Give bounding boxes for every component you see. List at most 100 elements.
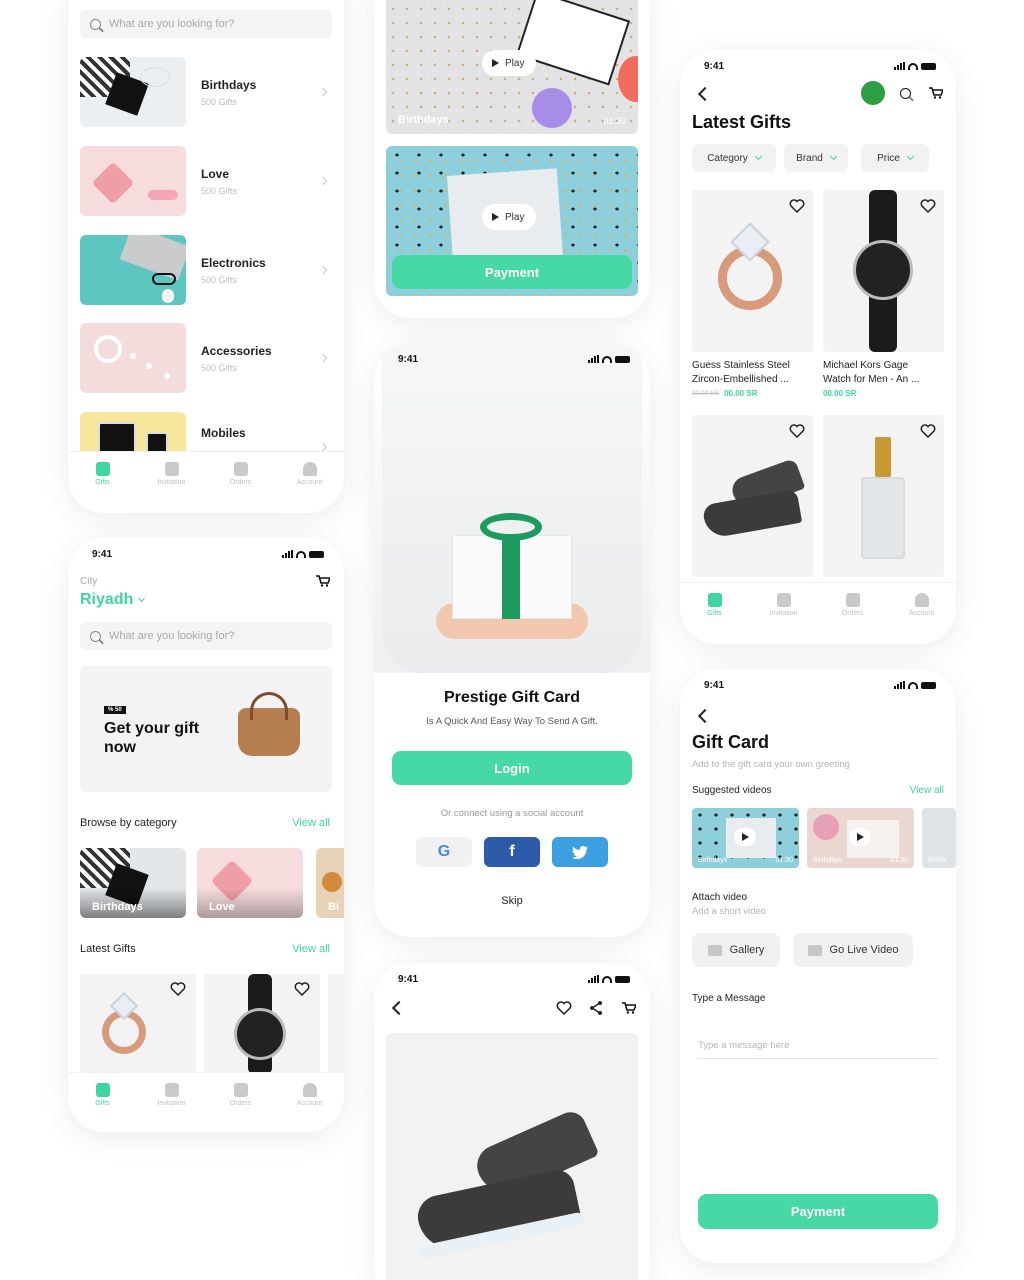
twitter-login-button[interactable] xyxy=(552,837,608,867)
search-input[interactable]: What are you looking for? xyxy=(80,622,332,650)
browse-card-label: Bi xyxy=(328,901,339,913)
heart-icon[interactable] xyxy=(920,199,936,213)
play-button[interactable]: Play xyxy=(482,50,537,76)
play-button[interactable]: Play xyxy=(482,204,537,230)
google-login-button[interactable]: G xyxy=(416,837,472,867)
search-placeholder: What are you looking for? xyxy=(109,18,235,30)
tab-gifts[interactable]: Gifts xyxy=(73,461,133,486)
play-label: Play xyxy=(505,211,525,223)
battery-icon xyxy=(615,355,630,363)
filter-price[interactable]: Price xyxy=(861,144,929,172)
filter-category[interactable]: Category xyxy=(692,144,776,172)
heart-icon[interactable] xyxy=(170,982,186,996)
tab-orders[interactable]: Orders xyxy=(823,592,883,617)
product-image xyxy=(386,1033,638,1280)
video-card-birthday[interactable]: Play Birthdays 01:30 xyxy=(386,0,638,134)
video-label: Birtha xyxy=(928,857,947,864)
tab-invitation[interactable]: Invitation xyxy=(142,1082,202,1107)
chevron-down-icon xyxy=(754,152,762,161)
ribbon-bow xyxy=(480,513,542,541)
latest-view-all-link[interactable]: View all xyxy=(292,943,330,955)
price: 00.00 SR xyxy=(823,389,857,398)
tab-account[interactable]: Account xyxy=(280,1082,340,1107)
suggested-video-card[interactable]: Birthdays 01:30 xyxy=(692,808,799,868)
shoe-front xyxy=(701,488,803,540)
category-title: Electronics xyxy=(201,255,266,270)
browse-card-birthdays[interactable]: Birthdays xyxy=(80,848,186,918)
country-flag-icon[interactable] xyxy=(861,81,885,105)
browse-view-all-link[interactable]: View all xyxy=(292,817,330,829)
payment-button[interactable]: Payment xyxy=(392,255,632,289)
browse-card-love[interactable]: Love xyxy=(197,848,303,918)
payment-button[interactable]: Payment xyxy=(698,1194,938,1229)
heart-icon[interactable] xyxy=(789,199,805,213)
chevron-down-icon xyxy=(906,152,914,161)
tab-label: Gifts xyxy=(707,609,722,617)
tab-account[interactable]: Account xyxy=(892,592,952,617)
back-arrow-icon[interactable] xyxy=(391,1000,407,1016)
chevron-right-icon xyxy=(318,87,328,97)
tab-orders[interactable]: Orders xyxy=(211,461,271,486)
signal-icon xyxy=(894,681,905,689)
tab-gifts[interactable]: Gifts xyxy=(73,1082,133,1107)
product-card-watch[interactable] xyxy=(204,974,320,1074)
suggested-video-card[interactable]: Birthdays 01:30 xyxy=(807,808,914,868)
cart-icon[interactable] xyxy=(316,575,330,587)
product-card-watch[interactable] xyxy=(823,190,944,352)
tab-gifts[interactable]: Gifts xyxy=(685,592,745,617)
tab-account[interactable]: Account xyxy=(280,461,340,486)
tab-invitation[interactable]: Invitation xyxy=(142,461,202,486)
price: 00.00 SR xyxy=(724,389,758,398)
browse-card-label: Love xyxy=(209,901,235,913)
suggested-view-all-link[interactable]: View all xyxy=(910,785,944,796)
heart-icon[interactable] xyxy=(556,1001,572,1015)
suggested-video-card[interactable]: Birtha xyxy=(922,808,956,868)
tab-invitation[interactable]: Invitation xyxy=(754,592,814,617)
heart-icon[interactable] xyxy=(920,424,936,438)
category-row-love[interactable]: Love 500 Gifts xyxy=(80,146,332,216)
go-live-video-button[interactable]: Go Live Video xyxy=(793,933,913,967)
cart-icon[interactable] xyxy=(622,1002,636,1014)
city-selector[interactable]: Riyadh xyxy=(80,591,146,609)
gallery-button[interactable]: Gallery xyxy=(692,933,780,967)
search-input[interactable]: What are you looking for? xyxy=(80,10,332,38)
wifi-icon xyxy=(296,550,306,558)
chevron-right-icon xyxy=(318,353,328,363)
promo-banner[interactable]: % 50 Get your gift now xyxy=(80,666,332,792)
message-input[interactable]: Type a message here xyxy=(698,1035,938,1059)
product-card-ring[interactable] xyxy=(80,974,196,1074)
category-row-accessories[interactable]: Accessories 500 Gifts xyxy=(80,323,332,393)
share-icon[interactable] xyxy=(589,1000,603,1016)
product-card-sneakers[interactable] xyxy=(692,415,813,577)
category-count: 500 Gifts xyxy=(201,185,238,196)
battery-icon xyxy=(921,62,936,70)
suggested-videos-title: Suggested videos xyxy=(692,785,772,796)
back-arrow-icon[interactable] xyxy=(697,86,713,102)
category-row-birthdays[interactable]: Birthdays 500 Gifts xyxy=(80,57,332,127)
skip-link[interactable]: Skip xyxy=(374,895,650,907)
status-time: 9:41 xyxy=(398,353,419,365)
login-title: Prestige Gift Card xyxy=(443,689,581,706)
signal-icon xyxy=(588,975,599,983)
facebook-login-button[interactable]: f xyxy=(484,837,540,867)
video-duration: 01:30 xyxy=(890,857,908,864)
category-row-electronics[interactable]: Electronics 500 Gifts xyxy=(80,235,332,305)
play-icon xyxy=(492,59,499,67)
gift-icon xyxy=(95,461,110,476)
login-button[interactable]: Login xyxy=(392,751,632,785)
video-duration: 01:30 xyxy=(603,116,626,126)
tab-orders[interactable]: Orders xyxy=(211,1082,271,1107)
chevron-right-icon xyxy=(318,176,328,186)
product-card-perfume[interactable] xyxy=(823,415,944,577)
page-title: Latest Gifts xyxy=(692,112,792,132)
cart-icon[interactable] xyxy=(929,87,943,99)
back-arrow-icon[interactable] xyxy=(697,708,713,724)
heart-icon[interactable] xyxy=(789,424,805,438)
wifi-icon xyxy=(908,681,918,689)
heart-icon[interactable] xyxy=(294,982,310,996)
product-card-partial[interactable] xyxy=(328,974,344,1074)
search-icon[interactable] xyxy=(900,88,911,99)
browse-card-partial[interactable]: Bi xyxy=(316,848,344,918)
product-card-ring[interactable] xyxy=(692,190,813,352)
filter-brand[interactable]: Brand xyxy=(784,144,848,172)
